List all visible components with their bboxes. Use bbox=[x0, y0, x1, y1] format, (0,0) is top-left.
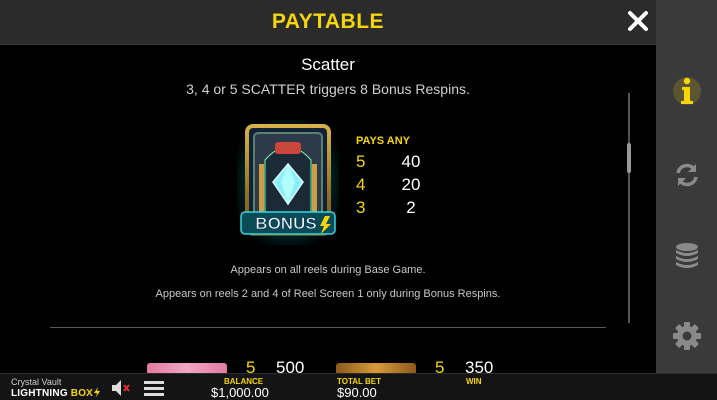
pay-value: 350 bbox=[465, 358, 494, 373]
close-button[interactable] bbox=[626, 9, 650, 33]
paytable-content[interactable]: Scatter 3, 4 or 5 SCATTER triggers 8 Bon… bbox=[0, 45, 656, 373]
lightning-icon bbox=[94, 387, 101, 397]
pay-count: 5 bbox=[356, 152, 366, 171]
pay-value: 40 bbox=[401, 152, 421, 171]
info-button[interactable] bbox=[668, 72, 706, 110]
coins-icon bbox=[676, 243, 698, 268]
close-icon bbox=[628, 11, 648, 31]
footer-bar: Crystal Vault LIGHTNING BOX BALANCE $1,0… bbox=[0, 373, 717, 400]
section-title: Scatter bbox=[301, 55, 355, 74]
coins-button[interactable] bbox=[668, 237, 706, 275]
symbol-thumbnail bbox=[147, 363, 227, 373]
brand-logo: LIGHTNING BOX bbox=[11, 387, 101, 399]
pays-any-label: PAYS ANY bbox=[356, 135, 411, 147]
menu-button[interactable] bbox=[143, 378, 165, 398]
note-bonus-respins: Appears on reels 2 and 4 of Reel Screen … bbox=[155, 288, 501, 300]
side-panel bbox=[656, 0, 717, 373]
symbol-thumbnail bbox=[336, 363, 416, 373]
paytable-header: PAYTABLE bbox=[0, 0, 656, 45]
pay-value: 2 bbox=[406, 198, 416, 217]
note-base-game: Appears on all reels during Base Game. bbox=[230, 264, 426, 276]
hamburger-menu-icon bbox=[144, 381, 164, 396]
settings-button[interactable] bbox=[668, 317, 706, 355]
pay-count: 4 bbox=[356, 175, 366, 194]
pay-value: 500 bbox=[276, 358, 305, 373]
autoplay-icon bbox=[676, 163, 698, 187]
scatter-bonus-symbol: BONUS bbox=[237, 120, 339, 245]
sound-toggle-button[interactable] bbox=[110, 378, 132, 398]
sound-muted-icon bbox=[112, 380, 130, 396]
symbol-label: BONUS bbox=[255, 214, 316, 233]
total-bet-value: $90.00 bbox=[337, 385, 377, 400]
pay-value: 20 bbox=[401, 175, 421, 194]
pay-count: 5 bbox=[435, 358, 445, 373]
scrollbar-track[interactable] bbox=[628, 93, 630, 323]
section-description: 3, 4 or 5 SCATTER triggers 8 Bonus Respi… bbox=[186, 81, 470, 97]
pay-count: 3 bbox=[356, 198, 366, 217]
game-name: Crystal Vault bbox=[11, 377, 62, 387]
info-icon bbox=[673, 77, 701, 105]
balance-value: $1,000.00 bbox=[211, 385, 269, 400]
section-divider bbox=[50, 327, 606, 328]
win-label: WIN bbox=[466, 377, 482, 386]
pay-count: 5 bbox=[246, 358, 256, 373]
scrollbar-thumb[interactable] bbox=[627, 143, 631, 173]
settings-icon bbox=[673, 322, 701, 350]
page-title: PAYTABLE bbox=[271, 10, 385, 33]
autoplay-button[interactable] bbox=[668, 156, 706, 194]
